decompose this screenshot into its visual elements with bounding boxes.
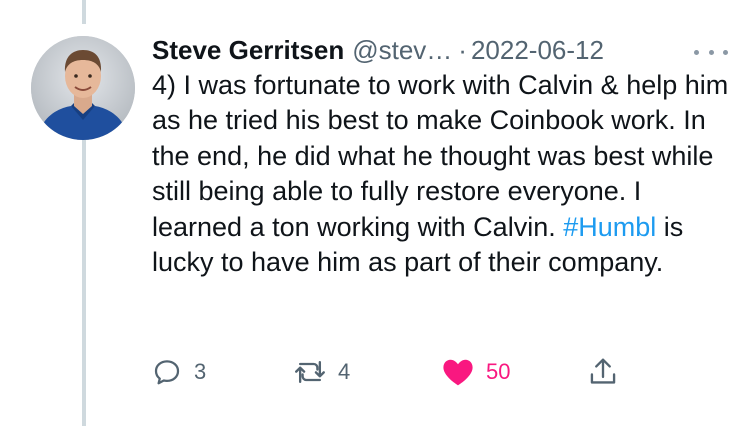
reply-icon [154,360,180,385]
retweet-icon [295,360,325,384]
retweet-count: 4 [338,359,351,384]
tweet: Steve Gerritsen @stev… · 2022-06-12 4) I… [152,32,742,280]
header-separator: · [458,35,467,65]
tweet-text: 4) I was fortunate to work with Calvin &… [152,68,732,280]
display-name[interactable]: Steve Gerritsen [152,32,344,68]
reply-button[interactable]: 3 [152,354,206,390]
tweet-date[interactable]: 2022-06-12 [471,32,604,68]
retweet-button[interactable]: 4 [294,354,350,390]
like-count: 50 [486,359,511,384]
thread-line-top [82,0,86,24]
share-icon [590,358,616,384]
avatar[interactable] [31,36,135,140]
tweet-actions: 3 4 50 [152,354,632,390]
hashtag-link[interactable]: #Humbl [563,212,656,242]
more-options-icon[interactable] [694,42,728,62]
thread-line-bottom [82,140,86,426]
reply-count: 3 [194,359,207,384]
share-button[interactable] [588,354,618,390]
like-button[interactable]: 50 [442,354,510,390]
heart-icon [443,359,473,386]
user-handle[interactable]: @stev… [352,32,452,68]
tweet-header: Steve Gerritsen @stev… · 2022-06-12 [152,32,742,68]
